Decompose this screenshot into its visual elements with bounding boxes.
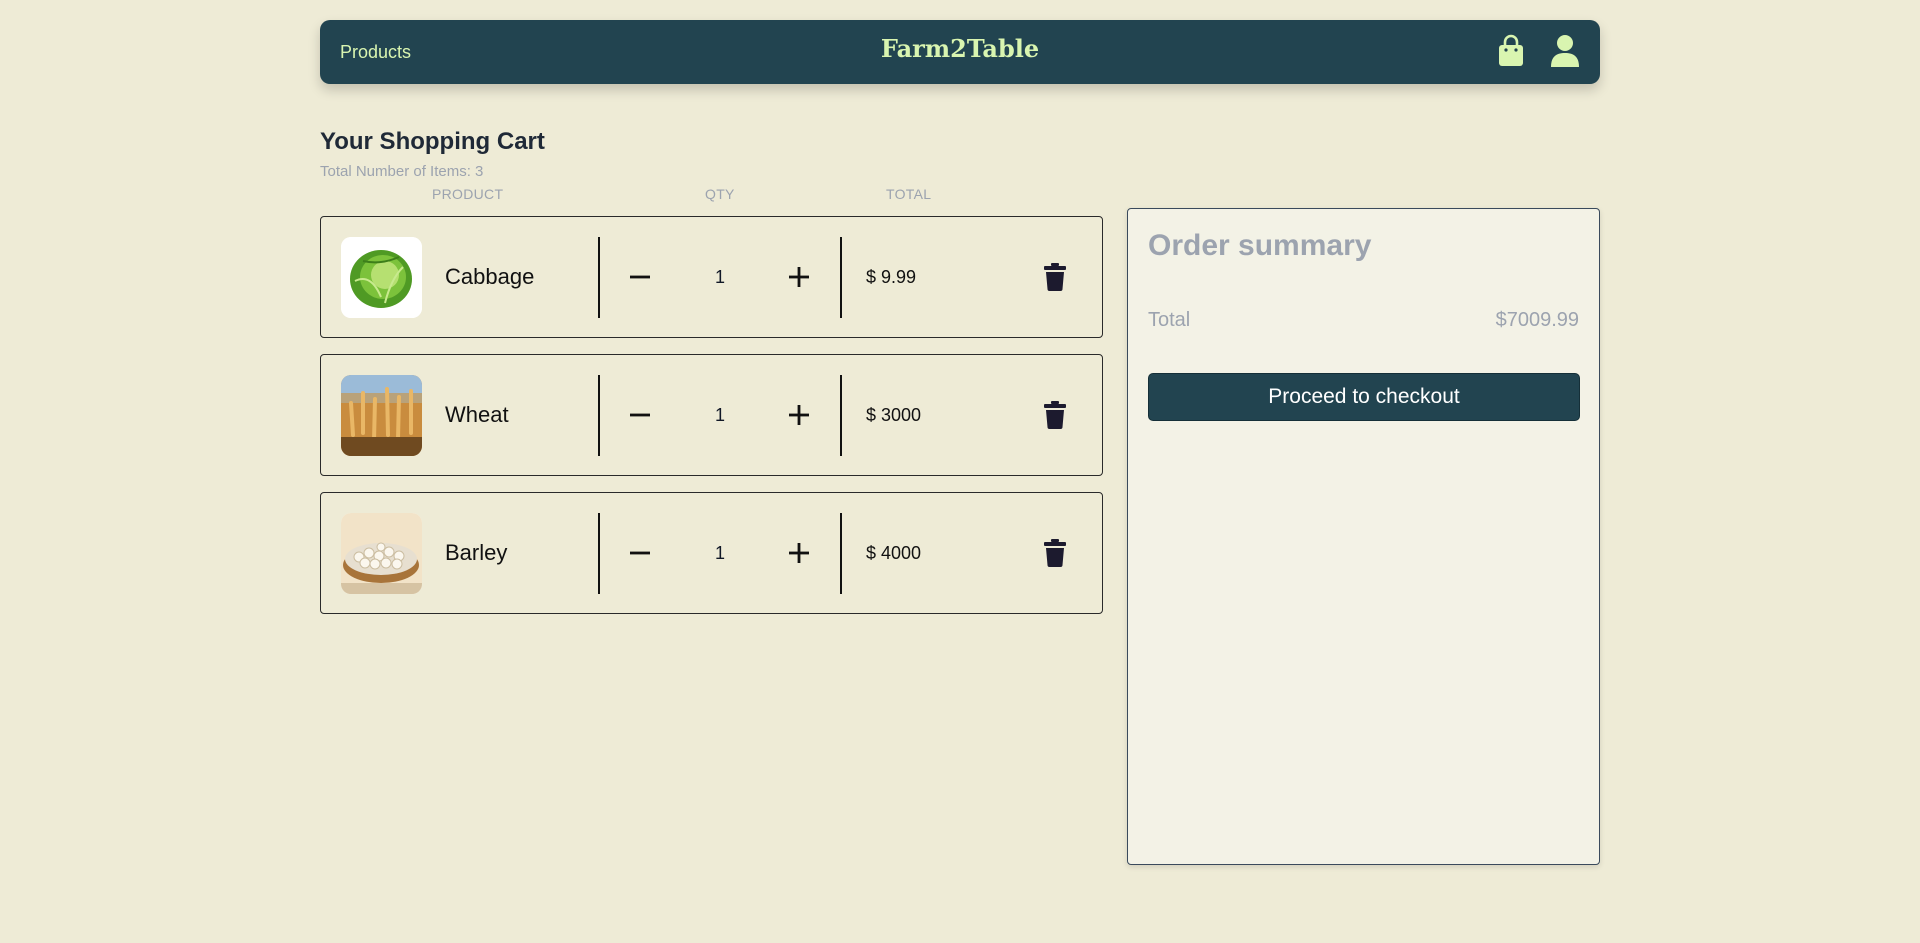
- item-name: Barley: [445, 540, 508, 565]
- item-name: Cabbage: [445, 264, 535, 289]
- decrease-qty-button[interactable]: [620, 253, 660, 301]
- cart-item-count: Total Number of Items: 3: [320, 163, 484, 180]
- cart-item: Wheat 1 $ 3000: [320, 354, 1103, 476]
- trash-icon[interactable]: [1043, 401, 1067, 429]
- order-summary-title: Order summary: [1148, 229, 1372, 262]
- brand-logo[interactable]: Farm2Table: [881, 34, 1039, 63]
- cart-title: Your Shopping Cart: [320, 128, 545, 155]
- column-header-product: PRODUCT: [432, 186, 504, 202]
- trash-icon[interactable]: [1043, 539, 1067, 567]
- qty-value: 1: [714, 405, 725, 425]
- nav-icons: [1496, 34, 1580, 68]
- item-total: $ 3000: [866, 405, 922, 425]
- proceed-to-checkout-button[interactable]: Proceed to checkout: [1148, 373, 1580, 421]
- divider: [840, 375, 842, 456]
- column-header-total: TOTAL: [886, 186, 932, 202]
- divider: [840, 237, 842, 318]
- plus-icon: [789, 405, 809, 425]
- cart-item: Cabbage 1 $ 9.99: [320, 216, 1103, 338]
- cabbage-image: [341, 237, 422, 318]
- barley-image: [341, 513, 422, 594]
- minus-icon: [630, 551, 650, 555]
- divider: [598, 513, 600, 594]
- cart-item-list: Cabbage 1 $ 9.99 Wheat 1 $ 3000 Barley 1…: [320, 216, 1103, 630]
- trash-icon[interactable]: [1043, 263, 1067, 291]
- user-icon[interactable]: [1550, 34, 1580, 68]
- plus-icon: [789, 543, 809, 563]
- item-total: $ 9.99: [866, 267, 917, 287]
- brand-logo-wrap: Farm2Table: [320, 34, 1600, 63]
- column-header-qty: QTY: [705, 186, 735, 202]
- summary-total-value: $7009.99: [1495, 309, 1579, 331]
- increase-qty-button[interactable]: [779, 391, 819, 439]
- divider: [598, 237, 600, 318]
- qty-value: 1: [714, 543, 725, 563]
- item-total: $ 4000: [866, 543, 922, 563]
- decrease-qty-button[interactable]: [620, 391, 660, 439]
- summary-total-label: Total: [1148, 309, 1191, 331]
- minus-icon: [630, 275, 650, 279]
- divider: [598, 375, 600, 456]
- nav-products-link[interactable]: Products: [340, 42, 411, 63]
- minus-icon: [630, 413, 650, 417]
- wheat-image: [341, 375, 422, 456]
- decrease-qty-button[interactable]: [620, 529, 660, 577]
- qty-value: 1: [714, 267, 725, 287]
- navbar: Products Farm2Table: [320, 20, 1600, 84]
- item-name: Wheat: [445, 402, 509, 427]
- order-summary-panel: Order summary Total $7009.99 Proceed to …: [1127, 208, 1600, 865]
- increase-qty-button[interactable]: [779, 529, 819, 577]
- increase-qty-button[interactable]: [779, 253, 819, 301]
- divider: [840, 513, 842, 594]
- shopping-bag-icon[interactable]: [1496, 34, 1526, 68]
- cart-item: Barley 1 $ 4000: [320, 492, 1103, 614]
- plus-icon: [789, 267, 809, 287]
